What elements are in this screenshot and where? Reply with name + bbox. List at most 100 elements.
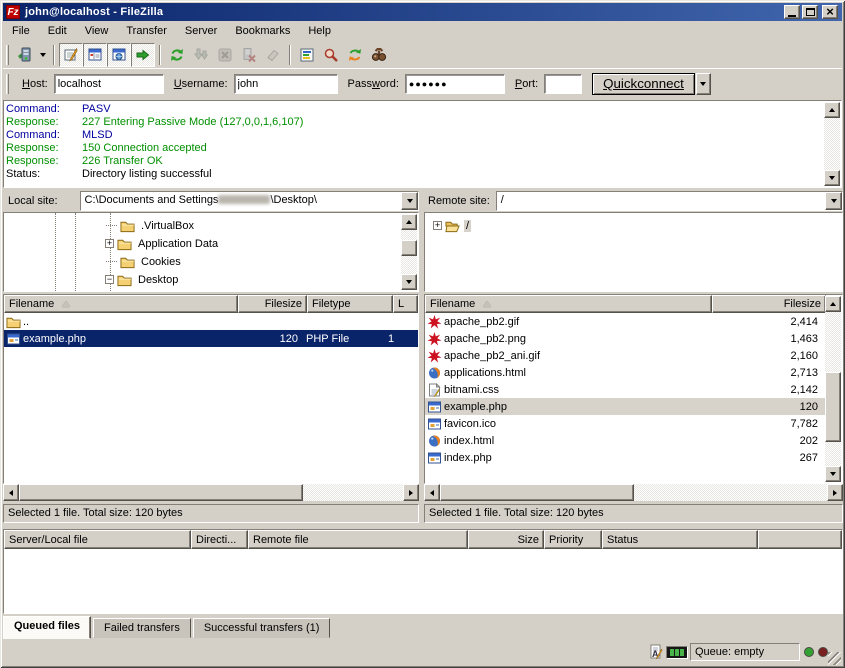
column-header-filename[interactable]: Filename [425, 295, 712, 313]
column-header-last-modified[interactable]: L [393, 295, 418, 313]
log-line: Command:MLSD [4, 129, 841, 142]
column-header-priority[interactable]: Priority [544, 530, 602, 549]
menu-transfer[interactable]: Transfer [117, 22, 176, 40]
toggle-remote-tree-button[interactable] [107, 43, 131, 67]
menu-bookmarks[interactable]: Bookmarks [226, 22, 299, 40]
scroll-right-button[interactable] [827, 484, 843, 501]
local-path-dropdown-button[interactable] [401, 192, 418, 210]
scroll-left-button[interactable] [424, 484, 440, 501]
quickconnect-dropdown-button[interactable] [696, 73, 711, 95]
resize-grip[interactable] [828, 652, 841, 665]
menu-help[interactable]: Help [299, 22, 340, 40]
scroll-left-button[interactable] [3, 484, 19, 501]
disconnect-button[interactable] [237, 43, 261, 67]
title-bar[interactable]: Fz john@localhost - FileZilla × [3, 3, 842, 21]
tree-item-virtualbox[interactable]: .VirtualBox [106, 217, 196, 234]
menu-edit[interactable]: Edit [39, 22, 76, 40]
column-header-status[interactable]: Status [602, 530, 758, 549]
column-header-filetype[interactable]: Filetype [307, 295, 393, 313]
scrollbar-thumb[interactable] [19, 484, 303, 501]
file-row[interactable]: apache_pb2.png 1,463 [425, 330, 826, 347]
folder-icon [120, 255, 135, 269]
scroll-down-button[interactable] [824, 170, 840, 186]
column-header-filename[interactable]: Filename [4, 295, 238, 313]
column-header-remote-file[interactable]: Remote file [248, 530, 468, 549]
column-header-direction[interactable]: Directi... [191, 530, 248, 549]
column-header-filesize[interactable]: Filesize [712, 295, 826, 313]
remote-site-combobox[interactable]: / [496, 191, 843, 211]
menu-file[interactable]: File [3, 22, 39, 40]
site-manager-dropdown-button[interactable] [36, 43, 49, 67]
username-input[interactable] [234, 74, 338, 94]
file-row[interactable]: index.php 267 [425, 449, 826, 466]
reconnect-button[interactable] [261, 43, 285, 67]
scroll-down-button[interactable] [401, 274, 417, 290]
tree-item-desktop[interactable]: − Desktop [105, 271, 180, 288]
file-row[interactable]: apache_pb2_ani.gif 2,160 [425, 347, 826, 364]
file-row-parent-dir[interactable]: .. [4, 313, 418, 330]
refresh-button[interactable] [165, 43, 189, 67]
scrollbar-thumb[interactable] [401, 240, 417, 256]
find-files-button[interactable] [367, 43, 391, 67]
column-header-server-local-file[interactable]: Server/Local file [4, 530, 191, 549]
scrollbar-thumb[interactable] [440, 484, 634, 501]
tree-item-application-data[interactable]: + Application Data [105, 235, 220, 252]
tree-item-cookies[interactable]: Cookies [106, 253, 183, 270]
synchronized-browsing-button[interactable] [343, 43, 367, 67]
password-input[interactable] [405, 74, 505, 94]
port-label: Port: [515, 78, 538, 90]
tab-queued-files[interactable]: Queued files [3, 616, 91, 639]
log-scrollbar[interactable] [824, 102, 840, 186]
collapse-minus-icon[interactable]: − [105, 275, 114, 284]
scroll-right-button[interactable] [403, 484, 419, 501]
site-manager-button[interactable] [12, 43, 36, 67]
scroll-down-button[interactable] [825, 466, 841, 482]
directory-comparison-button[interactable] [319, 43, 343, 67]
scroll-up-button[interactable] [824, 102, 840, 118]
process-queue-icon [193, 47, 209, 63]
local-tree-scrollbar[interactable] [401, 214, 417, 290]
local-site-combobox[interactable]: C:\Documents and Settings\Desktop\ [80, 191, 419, 211]
expand-plus-icon[interactable]: + [433, 221, 442, 230]
toggle-local-tree-button[interactable] [83, 43, 107, 67]
scrollbar-thumb[interactable] [825, 372, 841, 442]
file-row[interactable]: apache_pb2.gif 2,414 [425, 313, 826, 330]
file-row[interactable]: index.html 202 [425, 432, 826, 449]
minimize-button[interactable] [784, 5, 800, 19]
filter-button[interactable] [295, 43, 319, 67]
column-header-size[interactable]: Size [468, 530, 544, 549]
tab-failed-transfers[interactable]: Failed transfers [93, 618, 191, 638]
transfer-queue-icon [135, 47, 151, 63]
file-row[interactable]: applications.html 2,713 [425, 364, 826, 381]
local-list-hscrollbar[interactable] [3, 484, 419, 501]
scroll-up-button[interactable] [825, 296, 841, 312]
menu-view[interactable]: View [76, 22, 118, 40]
tab-successful-transfers[interactable]: Successful transfers (1) [193, 618, 331, 638]
port-input[interactable] [544, 74, 582, 94]
file-row[interactable]: bitnami.css 2,142 [425, 381, 826, 398]
remote-path-dropdown-button[interactable] [825, 192, 842, 210]
menu-server[interactable]: Server [176, 22, 226, 40]
cancel-operation-button[interactable] [213, 43, 237, 67]
tree-item-root[interactable]: + / [433, 217, 471, 234]
quickbar-grip[interactable] [6, 74, 9, 94]
reconnect-icon [265, 47, 281, 63]
file-row-selected[interactable]: example.php 120 PHP File 1 [4, 330, 418, 347]
file-row-selected[interactable]: example.php 120 [425, 398, 826, 415]
quickconnect-button[interactable]: Quickconnect [592, 73, 695, 95]
toggle-transfer-queue-button[interactable] [131, 43, 155, 67]
host-input[interactable] [54, 74, 164, 94]
remote-list-scrollbar[interactable] [825, 296, 841, 482]
remote-list-hscrollbar[interactable] [424, 484, 843, 501]
process-queue-button[interactable] [189, 43, 213, 67]
expand-plus-icon[interactable]: + [105, 239, 114, 248]
maximize-button[interactable] [802, 5, 818, 19]
remote-file-list: Filename Filesize apache_pb2.gif 2,414 a… [424, 294, 843, 484]
scroll-up-button[interactable] [401, 214, 417, 230]
indicator-badge-icon [666, 646, 688, 659]
close-button[interactable]: × [822, 5, 838, 19]
toggle-message-log-button[interactable] [59, 43, 83, 67]
toolbar-grip[interactable] [6, 45, 9, 65]
file-row[interactable]: favicon.ico 7,782 [425, 415, 826, 432]
column-header-filesize[interactable]: Filesize [238, 295, 307, 313]
